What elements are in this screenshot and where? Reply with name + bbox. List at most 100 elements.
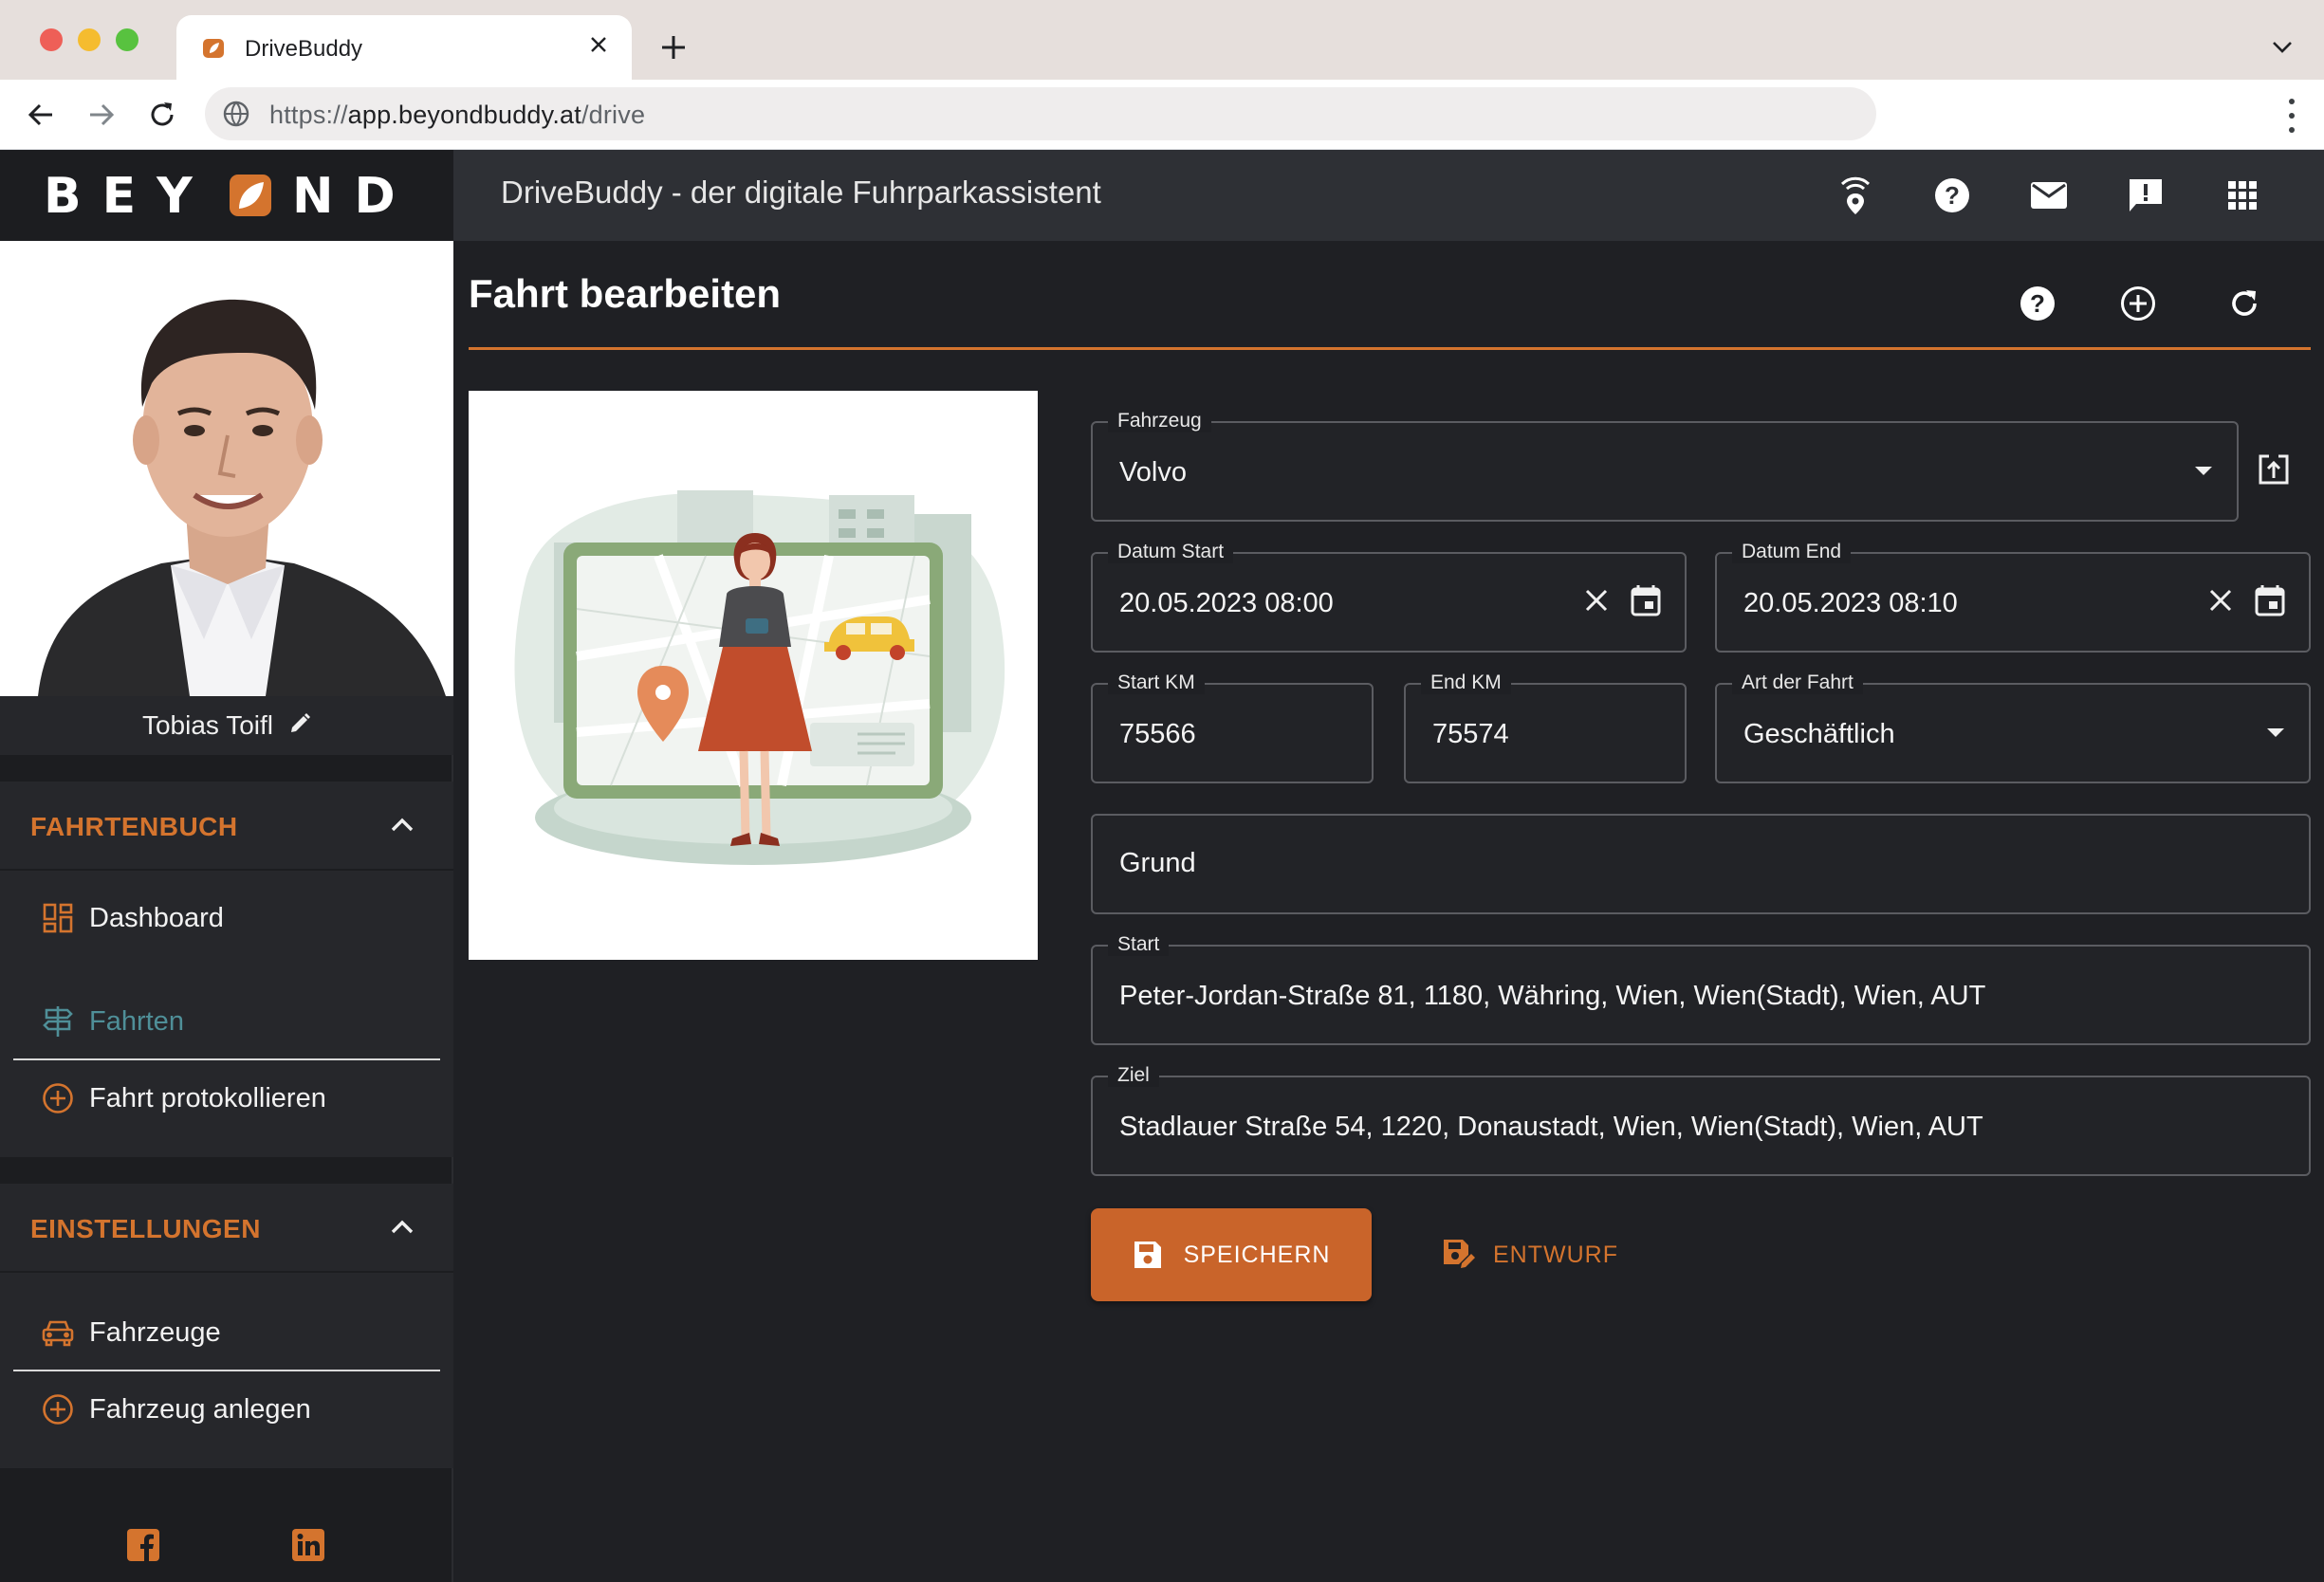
reload-icon[interactable] bbox=[142, 95, 182, 135]
sidebar-item-label: Fahrzeug anlegen bbox=[89, 1393, 311, 1425]
sidebar-item-fahrzeuge[interactable]: Fahrzeuge bbox=[13, 1296, 440, 1371]
date-end-value: 20.05.2023 08:10 bbox=[1743, 588, 1958, 618]
add-circle-icon bbox=[42, 1393, 74, 1426]
maximize-window-button[interactable] bbox=[116, 28, 138, 51]
draft-save-icon bbox=[1444, 1240, 1475, 1268]
end-km-value: 75574 bbox=[1432, 719, 1509, 749]
address-bar[interactable]: https://app.beyondbuddy.at/drive bbox=[205, 87, 1876, 140]
calendar-icon[interactable] bbox=[1628, 582, 1664, 618]
main-content: Fahrt bearbeiten ? Fahrzeug Volvo Datum … bbox=[455, 241, 2324, 1582]
section-header-fahrtenbuch[interactable]: FAHRTENBUCH bbox=[0, 782, 453, 871]
trip-illustration bbox=[469, 391, 1038, 960]
feedback-icon[interactable] bbox=[2123, 173, 2168, 218]
save-label: SPEICHERN bbox=[1183, 1241, 1331, 1268]
browser-menu-icon[interactable] bbox=[2286, 99, 2297, 133]
draft-label: ENTWURF bbox=[1493, 1241, 1618, 1268]
help-icon[interactable]: ? bbox=[1929, 173, 1975, 218]
field-label: Ziel bbox=[1108, 1064, 1159, 1087]
chevron-up-icon[interactable] bbox=[387, 1212, 417, 1242]
vehicle-select[interactable]: Fahrzeug Volvo bbox=[1091, 410, 2239, 522]
linkedin-icon[interactable] bbox=[292, 1529, 324, 1561]
url-text: https://app.beyondbuddy.at/drive bbox=[269, 101, 646, 129]
dashboard-icon bbox=[42, 902, 74, 934]
date-end-field[interactable]: Datum End 20.05.2023 08:10 bbox=[1715, 541, 2311, 653]
trip-type-value: Geschäftlich bbox=[1743, 719, 1895, 749]
sidebar-item-fahrten[interactable]: Fahrten bbox=[13, 984, 440, 1060]
profile-name-row: Tobias Toifl bbox=[0, 696, 453, 755]
svg-text:ND: ND bbox=[292, 169, 416, 222]
section-einstellungen: EINSTELLUNGEN Fahrzeuge Fahrzeug anlegen bbox=[0, 1184, 453, 1468]
field-label: Start bbox=[1108, 933, 1170, 956]
user-name: Tobias Toifl bbox=[141, 710, 273, 740]
edit-pencil-icon[interactable] bbox=[288, 712, 311, 740]
start-address-value: Peter-Jordan-Straße 81, 1180, Währing, W… bbox=[1119, 981, 1986, 1011]
back-arrow-icon[interactable] bbox=[21, 95, 61, 135]
close-window-button[interactable] bbox=[40, 28, 63, 51]
favicon-icon bbox=[203, 39, 224, 58]
tab-close-icon[interactable] bbox=[582, 28, 615, 61]
forward-arrow-icon[interactable] bbox=[82, 95, 121, 135]
date-start-value: 20.05.2023 08:00 bbox=[1119, 588, 1334, 618]
browser-toolbar: https://app.beyondbuddy.at/drive bbox=[0, 80, 2324, 150]
add-icon[interactable] bbox=[2117, 283, 2159, 324]
signpost-icon bbox=[42, 1005, 74, 1038]
reason-field[interactable]: Grund bbox=[1091, 814, 2311, 914]
sidebar-item-label: Fahrten bbox=[89, 1005, 184, 1037]
help-icon[interactable]: ? bbox=[2017, 283, 2058, 324]
mail-icon[interactable] bbox=[2026, 173, 2072, 218]
calendar-icon[interactable] bbox=[2252, 582, 2288, 618]
app-header: BEY ND DriveBuddy - der digitale Fuhrpar… bbox=[0, 150, 2324, 241]
section-header-einstellungen[interactable]: EINSTELLUNGEN bbox=[0, 1184, 453, 1273]
browser-window: DriveBuddy https://app.beyondbuddy.at/dr… bbox=[0, 0, 2324, 1582]
clear-icon[interactable] bbox=[2203, 582, 2239, 618]
sidebar-item-fahrzeug-anlegen[interactable]: Fahrzeug anlegen bbox=[13, 1371, 440, 1447]
dropdown-caret-icon bbox=[2267, 728, 2284, 737]
save-icon bbox=[1134, 1242, 1161, 1268]
svg-text:BEY: BEY bbox=[44, 169, 213, 222]
vehicle-value: Volvo bbox=[1119, 457, 1187, 487]
beyond-logo[interactable]: BEY ND bbox=[0, 150, 453, 241]
field-label: Art der Fahrt bbox=[1732, 671, 1863, 694]
beacon-icon[interactable] bbox=[1833, 173, 1878, 218]
apps-grid-icon[interactable] bbox=[2220, 173, 2265, 218]
refresh-icon[interactable] bbox=[2223, 283, 2265, 324]
reason-placeholder: Grund bbox=[1119, 848, 1196, 878]
draft-button[interactable]: ENTWURF bbox=[1442, 1208, 1622, 1301]
svg-text:?: ? bbox=[1945, 181, 1960, 210]
sidebar: Tobias Toifl FAHRTENBUCH Dashboard Fahrt… bbox=[0, 241, 453, 1582]
title-divider bbox=[469, 347, 2311, 350]
sidebar-item-label: Fahrzeuge bbox=[89, 1316, 221, 1348]
field-label: Datum End bbox=[1732, 541, 1852, 563]
start-km-value: 75566 bbox=[1119, 719, 1196, 749]
open-in-new-icon[interactable] bbox=[2256, 451, 2292, 487]
site-info-icon[interactable] bbox=[222, 100, 250, 128]
chevron-up-icon[interactable] bbox=[387, 810, 417, 840]
start-address-field[interactable]: Start Peter-Jordan-Straße 81, 1180, Währ… bbox=[1091, 933, 2311, 1045]
svg-text:?: ? bbox=[2030, 289, 2045, 318]
end-km-field[interactable]: End KM 75574 bbox=[1404, 671, 1687, 783]
save-button[interactable]: SPEICHERN bbox=[1091, 1208, 1372, 1301]
page-title: Fahrt bearbeiten bbox=[469, 271, 782, 316]
clear-icon[interactable] bbox=[1578, 582, 1614, 618]
field-label: Start KM bbox=[1108, 671, 1205, 694]
destination-address-field[interactable]: Ziel Stadlauer Straße 54, 1220, Donausta… bbox=[1091, 1064, 2311, 1176]
field-label: End KM bbox=[1421, 671, 1511, 694]
destination-address-value: Stadlauer Straße 54, 1220, Donaustadt, W… bbox=[1119, 1112, 1983, 1142]
date-start-field[interactable]: Datum Start 20.05.2023 08:00 bbox=[1091, 541, 1687, 653]
browser-tab[interactable]: DriveBuddy bbox=[176, 15, 632, 80]
sidebar-item-label: Dashboard bbox=[89, 902, 224, 933]
section-fahrtenbuch: FAHRTENBUCH Dashboard Fahrten Fahrt prot… bbox=[0, 782, 453, 1157]
avatar bbox=[0, 241, 453, 696]
facebook-icon[interactable] bbox=[127, 1529, 159, 1561]
minimize-window-button[interactable] bbox=[78, 28, 101, 51]
tab-search-chevron-icon[interactable] bbox=[2267, 32, 2297, 63]
dropdown-caret-icon bbox=[2195, 467, 2212, 475]
car-icon bbox=[42, 1316, 74, 1349]
sidebar-item-dashboard[interactable]: Dashboard bbox=[13, 880, 440, 956]
app-title: DriveBuddy - der digitale Fuhrparkassist… bbox=[501, 175, 1101, 210]
sidebar-item-fahrt-protokollieren[interactable]: Fahrt protokollieren bbox=[13, 1060, 440, 1136]
new-tab-icon[interactable] bbox=[655, 28, 692, 66]
trip-type-select[interactable]: Art der Fahrt Geschäftlich bbox=[1715, 671, 2311, 783]
tab-title: DriveBuddy bbox=[245, 36, 363, 62]
start-km-field[interactable]: Start KM 75566 bbox=[1091, 671, 1374, 783]
